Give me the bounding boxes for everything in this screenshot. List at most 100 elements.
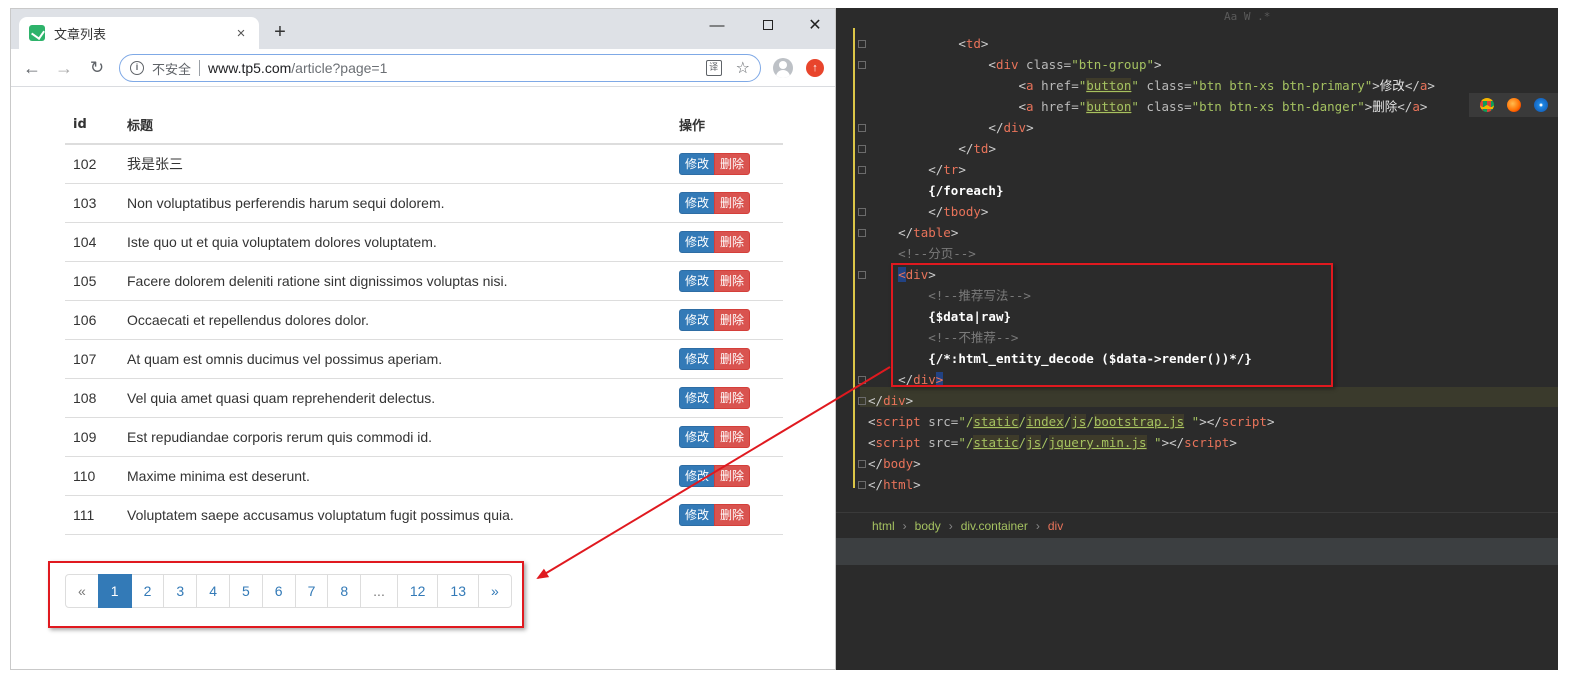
delete-button[interactable]: 删除 xyxy=(714,347,751,370)
edit-button[interactable]: 修改 xyxy=(679,425,716,448)
code-panel[interactable]: <td> <div class="btn-group"> <a href="bu… xyxy=(836,28,1558,512)
breadcrumb-item[interactable]: body xyxy=(915,519,941,533)
reload-button[interactable]: ↻ xyxy=(86,57,108,79)
cell-ops: 修改 删除 xyxy=(671,417,783,457)
code-token: </ xyxy=(868,393,884,408)
pagination-page[interactable]: 5 xyxy=(228,574,263,608)
fold-marker-icon[interactable] xyxy=(858,61,866,69)
code-line[interactable]: {$data|raw} xyxy=(868,306,1435,327)
delete-button[interactable]: 删除 xyxy=(714,191,751,214)
code-line[interactable]: <div> xyxy=(868,264,1435,285)
pagination-next[interactable]: » xyxy=(478,574,512,608)
code-line[interactable]: </tbody> xyxy=(868,201,1435,222)
code-line[interactable]: </td> xyxy=(868,138,1435,159)
edit-button[interactable]: 修改 xyxy=(679,386,716,409)
new-tab-button[interactable]: + xyxy=(269,21,291,43)
pagination-page[interactable]: 7 xyxy=(294,574,329,608)
fold-marker-icon[interactable] xyxy=(858,376,866,384)
code-token: src= xyxy=(920,435,959,450)
delete-button[interactable]: 删除 xyxy=(714,152,751,175)
delete-button[interactable]: 删除 xyxy=(714,386,751,409)
code-line[interactable]: <a href="button" class="btn btn-xs btn-p… xyxy=(868,75,1435,96)
fold-marker-icon[interactable] xyxy=(858,208,866,216)
code-line[interactable]: <a href="button" class="btn btn-xs btn-d… xyxy=(868,96,1435,117)
edit-button[interactable]: 修改 xyxy=(679,464,716,487)
breadcrumb-item[interactable]: div xyxy=(1048,519,1063,533)
back-button[interactable]: ← xyxy=(21,57,43,79)
code-line[interactable]: <script src="/static/index/js/bootstrap.… xyxy=(868,411,1435,432)
edit-button[interactable]: 修改 xyxy=(679,152,716,175)
code-line[interactable]: <td> xyxy=(868,33,1435,54)
fold-marker-icon[interactable] xyxy=(858,124,866,132)
pagination-page[interactable]: 3 xyxy=(163,574,198,608)
code-token: </ xyxy=(958,141,974,156)
code-line[interactable]: </div> xyxy=(868,390,1435,411)
window-minimize-button[interactable]: — xyxy=(699,13,735,39)
pagination-page[interactable]: 2 xyxy=(130,574,165,608)
code-line[interactable]: </tr> xyxy=(868,159,1435,180)
bookmark-star-icon[interactable]: ☆ xyxy=(736,58,750,78)
delete-button[interactable]: 删除 xyxy=(714,269,751,292)
code-token: button xyxy=(1086,78,1132,93)
code-line[interactable]: </html> xyxy=(868,474,1435,495)
window-close-button[interactable]: ✕ xyxy=(797,13,833,39)
code-line[interactable]: {/*:html_entity_decode ($data->render())… xyxy=(868,348,1435,369)
code-line[interactable]: </table> xyxy=(868,222,1435,243)
translate-icon[interactable]: 译 xyxy=(705,60,722,76)
pagination-page[interactable]: 12 xyxy=(396,574,439,608)
code-token: js xyxy=(1071,414,1087,429)
table-row: 111 Voluptatem saepe accusamus voluptatum… xyxy=(65,495,783,535)
code-line[interactable]: <!--分页--> xyxy=(868,243,1435,264)
code-line[interactable]: <div class="btn-group"> xyxy=(868,54,1435,75)
safari-icon[interactable] xyxy=(1533,98,1548,112)
edit-button[interactable]: 修改 xyxy=(679,191,716,214)
code-line[interactable]: </body> xyxy=(868,453,1435,474)
profile-avatar-icon[interactable] xyxy=(773,58,793,78)
breadcrumb-item[interactable]: html xyxy=(872,519,895,533)
firefox-icon[interactable] xyxy=(1506,98,1521,112)
pagination-page[interactable]: 6 xyxy=(261,574,296,608)
code-line[interactable]: </div> xyxy=(868,117,1435,138)
delete-button[interactable]: 删除 xyxy=(714,503,751,526)
info-icon[interactable]: i xyxy=(130,61,144,75)
address-bar[interactable]: i 不安全 www.tp5.com/article?page=1 译 ☆ xyxy=(119,54,761,82)
delete-button[interactable]: 删除 xyxy=(714,308,751,331)
fold-marker-icon[interactable] xyxy=(858,166,866,174)
pagination-page[interactable]: 1 xyxy=(97,574,132,608)
tab-article-list[interactable]: 文章列表 × xyxy=(19,17,259,49)
edit-button[interactable]: 修改 xyxy=(679,269,716,292)
breadcrumb-item[interactable]: div.container xyxy=(961,519,1028,533)
tab-close-icon[interactable]: × xyxy=(233,25,249,42)
code-line[interactable]: <!--推荐写法--> xyxy=(868,285,1435,306)
pagination-page[interactable]: 8 xyxy=(327,574,362,608)
code-token: < xyxy=(958,36,966,51)
code-line[interactable]: <!--不推荐--> xyxy=(868,327,1435,348)
delete-button[interactable]: 删除 xyxy=(714,230,751,253)
edit-button[interactable]: 修改 xyxy=(679,347,716,370)
edit-button[interactable]: 修改 xyxy=(679,308,716,331)
code-token: < xyxy=(1018,99,1027,114)
delete-button[interactable]: 删除 xyxy=(714,425,751,448)
fold-marker-icon[interactable] xyxy=(858,271,866,279)
source-code[interactable]: <td> <div class="btn-group"> <a href="bu… xyxy=(868,33,1435,495)
fold-marker-icon[interactable] xyxy=(858,460,866,468)
code-line[interactable]: </div> xyxy=(868,369,1435,390)
chrome-icon[interactable] xyxy=(1479,98,1494,112)
fold-marker-icon[interactable] xyxy=(858,481,866,489)
forward-button[interactable]: → xyxy=(53,57,75,79)
code-line[interactable]: {/foreach} xyxy=(868,180,1435,201)
delete-button[interactable]: 删除 xyxy=(714,464,751,487)
fold-marker-icon[interactable] xyxy=(858,229,866,237)
pagination-page[interactable]: 13 xyxy=(437,574,479,608)
fold-marker-icon[interactable] xyxy=(858,40,866,48)
fold-marker-icon[interactable] xyxy=(858,145,866,153)
edit-button[interactable]: 修改 xyxy=(679,503,716,526)
fold-marker-icon[interactable] xyxy=(858,397,866,405)
search-options[interactable]: Aa W .* xyxy=(1224,10,1270,23)
window-maximize-button[interactable] xyxy=(750,13,786,39)
chrome-update-icon[interactable]: ↑ xyxy=(806,59,824,77)
pagination-page[interactable]: 4 xyxy=(196,574,230,608)
edit-button[interactable]: 修改 xyxy=(679,230,716,253)
code-line[interactable]: <script src="/static/js/jquery.min.js ">… xyxy=(868,432,1435,453)
